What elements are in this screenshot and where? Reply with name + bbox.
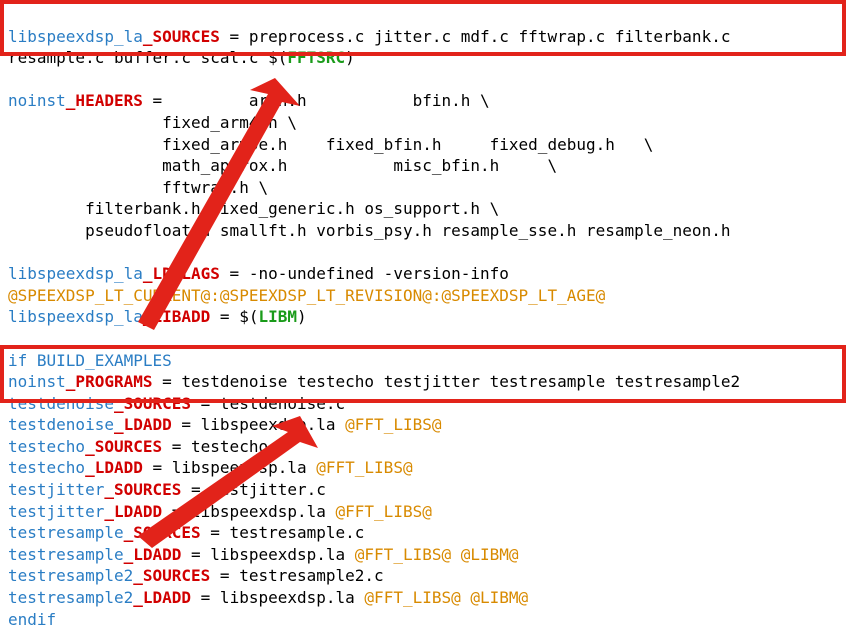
- text: = libspeexdsp.la: [172, 415, 345, 434]
- var-suffix: _SOURCES: [143, 27, 220, 46]
- var-suffix: _SOURCES: [85, 437, 162, 456]
- var-name: libspeexdsp_la: [8, 27, 143, 46]
- makefile-code: libspeexdsp_la_SOURCES = preprocess.c ji…: [0, 0, 846, 642]
- var-suffix: _LDADD: [124, 545, 182, 564]
- text: = libspeexdsp.la: [162, 502, 335, 521]
- var-suffix: _SOURCES: [124, 523, 201, 542]
- var-name: testdenoise: [8, 394, 114, 413]
- var-suffix: _SOURCES: [133, 566, 210, 585]
- var-name: testresample: [8, 545, 124, 564]
- text: filterbank.h fixed_generic.h os_support.…: [8, 199, 499, 218]
- var-name: testresample: [8, 523, 124, 542]
- text: = testjitter.c: [181, 480, 326, 499]
- var-name: libspeexdsp_la: [8, 307, 143, 326]
- make-var: FFTSRC: [287, 48, 345, 67]
- var-suffix: _LIBADD: [143, 307, 210, 326]
- var-suffix: _LDADD: [85, 458, 143, 477]
- text: math_approx.h misc_bfin.h \: [8, 156, 557, 175]
- var-suffix: _HEADERS: [66, 91, 143, 110]
- text: fixed_arm4.h \: [8, 113, 297, 132]
- var-suffix: _PROGRAMS: [66, 372, 153, 391]
- blank-line: [8, 243, 18, 262]
- var-name: testjitter: [8, 502, 104, 521]
- text: = testdenoise.c: [191, 394, 345, 413]
- subst-var: @FFT_LIBS@ @LIBM@: [355, 545, 519, 564]
- text: = testresample.c: [201, 523, 365, 542]
- var-name: testresample2: [8, 566, 133, 585]
- var-name: libspeexdsp_la: [8, 264, 143, 283]
- conditional: endif: [8, 610, 56, 629]
- var-name: testecho: [8, 458, 85, 477]
- text: = libspeexdsp.la: [181, 545, 354, 564]
- text: = preprocess.c jitter.c mdf.c fftwrap.c …: [220, 27, 740, 46]
- text: resample.c buffer.c scal.c $(: [8, 48, 287, 67]
- blank-line: [8, 70, 18, 89]
- text: fftwrap.h \: [8, 178, 268, 197]
- var-name: testjitter: [8, 480, 104, 499]
- text: = -no-undefined -version-info: [220, 264, 519, 283]
- text: = testdenoise testecho testjitter testre…: [153, 372, 741, 391]
- subst-var: @FFT_LIBS@ @LIBM@: [364, 588, 528, 607]
- make-var: LIBM: [258, 307, 297, 326]
- var-name: noinst: [8, 372, 66, 391]
- var-suffix: _LDADD: [133, 588, 191, 607]
- text: = libspeexdsp.la: [143, 458, 316, 477]
- text: = libspeexdsp.la: [191, 588, 364, 607]
- subst-var: @FFT_LIBS@: [336, 502, 432, 521]
- var-name: testdenoise: [8, 415, 114, 434]
- var-name: testecho: [8, 437, 85, 456]
- conditional: if BUILD_EXAMPLES: [8, 351, 172, 370]
- blank-line: [8, 329, 18, 348]
- var-suffix: _SOURCES: [114, 394, 191, 413]
- var-name: testresample2: [8, 588, 133, 607]
- text: = arch.h bfin.h \: [143, 91, 490, 110]
- text: ): [297, 307, 307, 326]
- var-suffix: _LDADD: [104, 502, 162, 521]
- text: = testecho.c: [162, 437, 287, 456]
- text: ): [345, 48, 355, 67]
- subst-var: @FFT_LIBS@: [316, 458, 412, 477]
- var-suffix: _LDADD: [114, 415, 172, 434]
- var-suffix: _LDFLAGS: [143, 264, 220, 283]
- var-suffix: _SOURCES: [104, 480, 181, 499]
- var-name: noinst: [8, 91, 66, 110]
- text: = $(: [210, 307, 258, 326]
- subst-var: @SPEEXDSP_LT_CURRENT@:@SPEEXDSP_LT_REVIS…: [8, 286, 605, 305]
- text: pseudofloat.h smallft.h vorbis_psy.h res…: [8, 221, 730, 240]
- text: fixed_arm5e.h fixed_bfin.h fixed_debug.h…: [8, 135, 653, 154]
- subst-var: @FFT_LIBS@: [345, 415, 441, 434]
- text: = testresample2.c: [210, 566, 383, 585]
